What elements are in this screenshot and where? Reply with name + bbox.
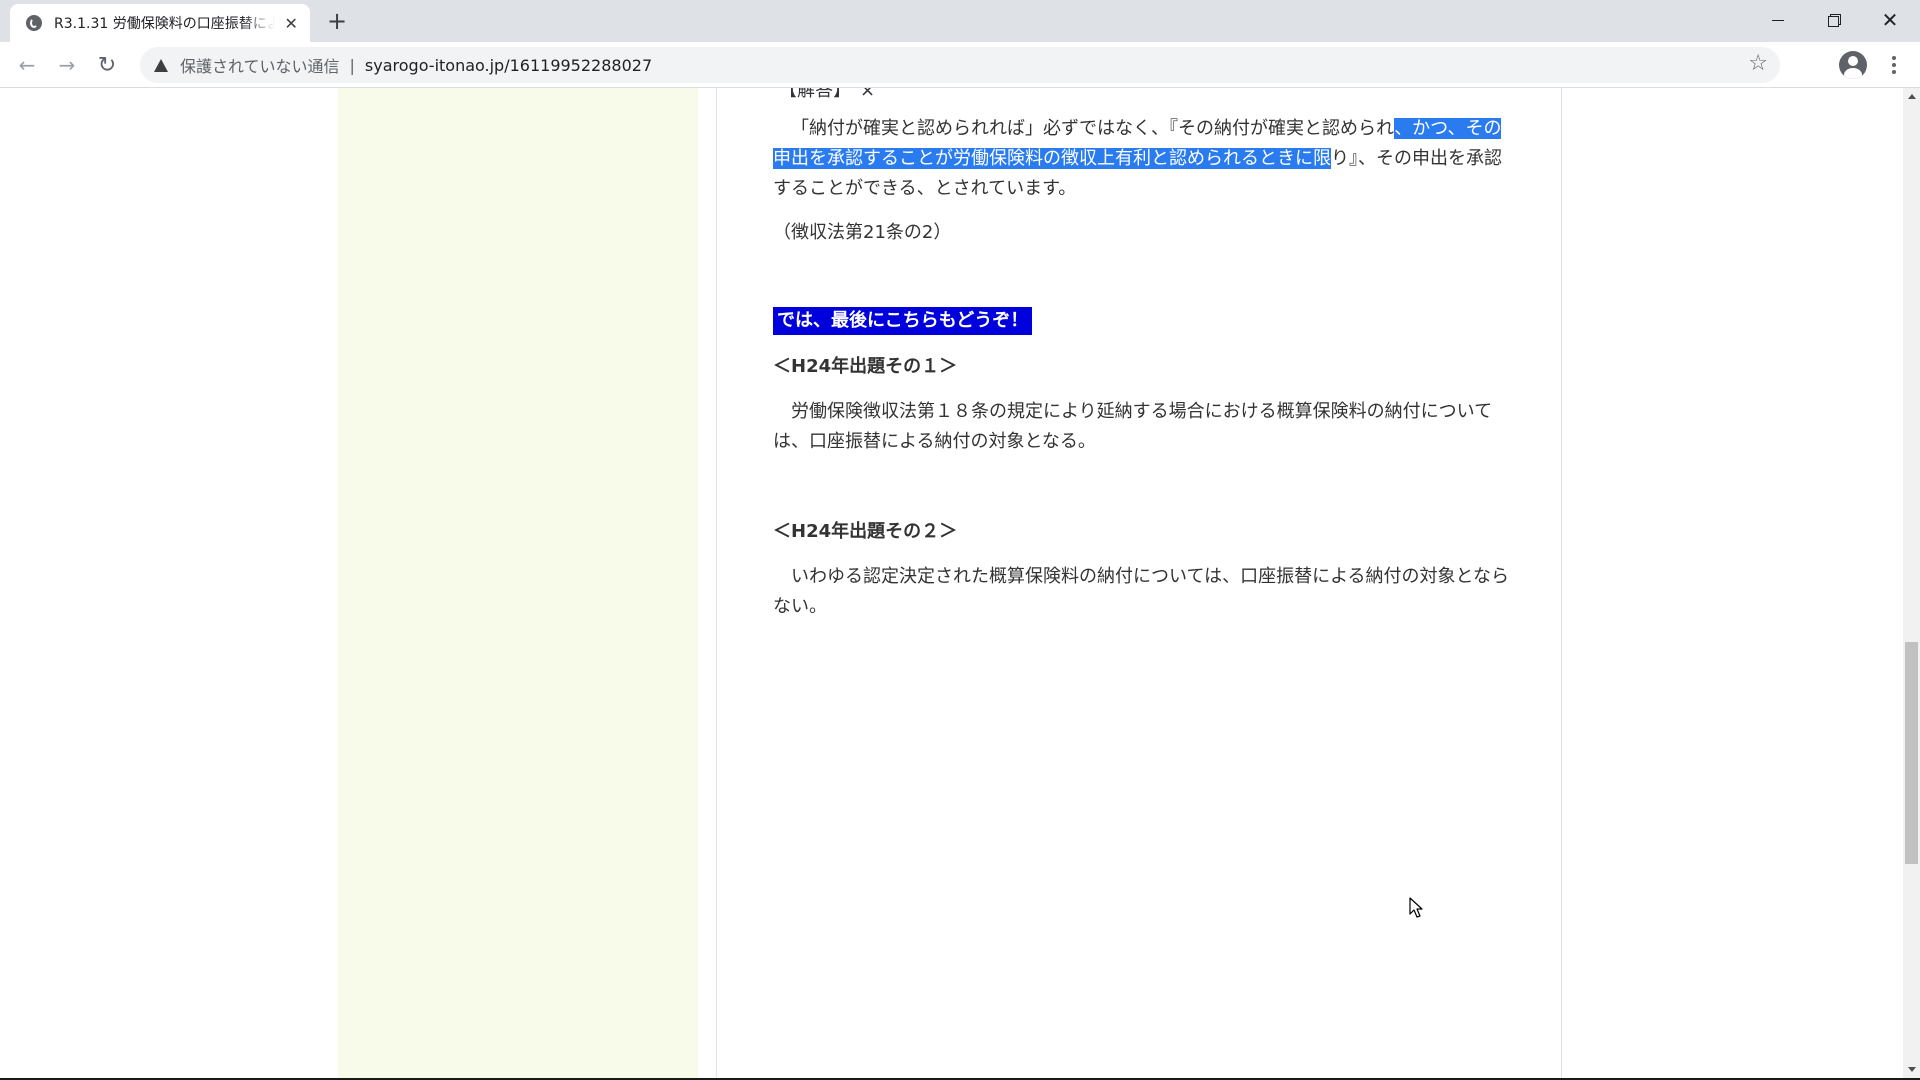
- restore-icon: [1828, 14, 1841, 27]
- question-1-heading: ＜H24年出題その１＞: [773, 356, 958, 377]
- minimize-icon: [1772, 19, 1784, 21]
- menu-dot-icon: [1892, 63, 1896, 67]
- window-close-button[interactable]: ✕: [1862, 0, 1918, 40]
- tab-close-button[interactable]: ✕: [283, 14, 301, 33]
- question-2-heading: ＜H24年出題その２＞: [773, 521, 958, 542]
- warning-icon[interactable]: [154, 58, 168, 72]
- address-bar[interactable]: 保護されていない通信 | syarogo-itonao.jp/161199522…: [140, 47, 1780, 83]
- question-2-body: いわゆる認定決定された概算保険料の納付については、口座振替による納付の対象となら…: [773, 566, 1510, 617]
- new-tab-button[interactable]: +: [323, 8, 351, 36]
- tab-strip: R3.1.31 労働保険料の口座振替によ ✕ + ✕: [0, 0, 1920, 42]
- profile-avatar-icon[interactable]: [1839, 51, 1867, 79]
- explanation-paragraph: 「納付が確実と認められれば」必ずではなく、『その納付が確実と認められ、かつ、その…: [773, 114, 1513, 204]
- address-separator: |: [349, 55, 355, 75]
- page-viewport: 【解答】 × 「納付が確実と認められれば」必ずではなく、『その納付が確実と認めら…: [0, 88, 1903, 1078]
- section-banner: では、最後にこちらもどうぞ！: [773, 306, 1033, 336]
- scroll-up-arrow-icon[interactable]: [1903, 88, 1920, 105]
- browser-toolbar: ← → ↻ 保護されていない通信 | syarogo-itonao.jp/161…: [0, 42, 1920, 88]
- menu-dot-icon: [1892, 70, 1896, 74]
- reload-button[interactable]: ↻: [92, 50, 122, 80]
- forward-button[interactable]: →: [52, 50, 82, 80]
- url-text[interactable]: syarogo-itonao.jp/16119952288027: [365, 56, 652, 75]
- scrollbar-thumb[interactable]: [1905, 642, 1918, 864]
- back-button[interactable]: ←: [12, 50, 42, 80]
- browser-menu-button[interactable]: [1882, 52, 1906, 78]
- tab-title: R3.1.31 労働保険料の口座振替によ: [54, 16, 275, 32]
- mouse-cursor-icon: [1409, 897, 1423, 918]
- selected-text: 、かつ、: [1394, 118, 1466, 139]
- explanation-text: 「納付が確実と認められれば」必ずではなく、『その納付が確実と認められ: [791, 118, 1395, 139]
- bookmark-star-icon[interactable]: ☆: [1748, 51, 1768, 76]
- browser-tab[interactable]: R3.1.31 労働保険料の口座振替によ ✕: [10, 4, 310, 42]
- left-sidebar-column: [338, 88, 698, 1078]
- answer-label: 【解答】 ×: [779, 88, 876, 101]
- page-scrollbar[interactable]: [1903, 88, 1920, 1078]
- globe-icon: [26, 15, 42, 31]
- security-status[interactable]: 保護されていない通信: [180, 53, 340, 77]
- restore-button[interactable]: [1806, 0, 1862, 40]
- question-1-body: 労働保険徴収法第１８条の規定により延納する場合における概算保険料の納付については…: [773, 401, 1493, 452]
- minimize-button[interactable]: [1750, 0, 1806, 40]
- menu-dot-icon: [1892, 56, 1896, 60]
- banner-text: では、最後にこちらもどうぞ！: [773, 307, 1033, 335]
- citation: （徴収法第21条の2）: [773, 222, 952, 243]
- content-column: 【解答】 × 「納付が確実と認められれば」必ずではなく、『その納付が確実と認めら…: [716, 88, 1562, 1078]
- scroll-down-arrow-icon[interactable]: [1903, 1061, 1920, 1078]
